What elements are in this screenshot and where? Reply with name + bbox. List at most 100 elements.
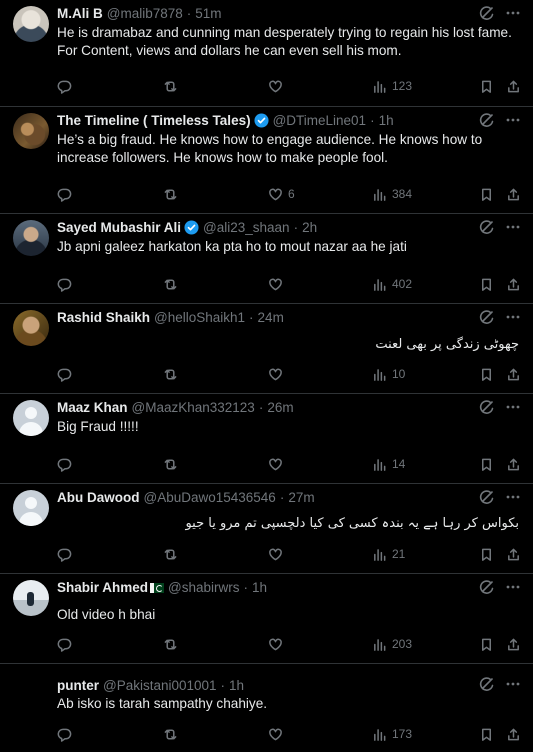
- more-icon[interactable]: [505, 112, 521, 133]
- repost-button[interactable]: [163, 185, 183, 203]
- views-button[interactable]: 14: [372, 455, 405, 473]
- grok-icon[interactable]: [479, 579, 495, 600]
- author-name[interactable]: Shabir Ahmed: [57, 580, 148, 595]
- grok-icon[interactable]: [479, 309, 495, 330]
- author-name[interactable]: Abu Dawood: [57, 490, 140, 505]
- author-name[interactable]: punter: [57, 678, 99, 693]
- share-button[interactable]: [506, 455, 521, 473]
- tweet[interactable]: punter @Pakistani001001 · 1h Ab isko is …: [0, 664, 533, 752]
- more-icon[interactable]: [505, 579, 521, 600]
- grok-icon[interactable]: [479, 489, 495, 510]
- like-button[interactable]: 6: [268, 185, 295, 203]
- reply-button[interactable]: [57, 365, 77, 383]
- author-handle[interactable]: @malib7878: [107, 6, 183, 21]
- timestamp[interactable]: 26m: [267, 400, 293, 415]
- reply-button[interactable]: [57, 545, 77, 563]
- bookmark-button[interactable]: [479, 77, 494, 95]
- views-button[interactable]: 402: [372, 275, 412, 293]
- tweet[interactable]: Maaz Khan @MaazKhan332123 · 26m Big Frau…: [0, 394, 533, 484]
- reply-button[interactable]: [57, 455, 77, 473]
- avatar[interactable]: [13, 310, 49, 346]
- author-name[interactable]: Maaz Khan: [57, 400, 128, 415]
- bookmark-button[interactable]: [479, 545, 494, 563]
- avatar[interactable]: [13, 220, 49, 256]
- share-button[interactable]: [506, 275, 521, 293]
- share-button[interactable]: [506, 635, 521, 653]
- grok-icon[interactable]: [479, 399, 495, 420]
- timestamp[interactable]: 1h: [252, 580, 267, 595]
- like-button[interactable]: [268, 365, 288, 383]
- more-icon[interactable]: [505, 489, 521, 510]
- reply-button[interactable]: [57, 725, 77, 743]
- more-icon[interactable]: [505, 219, 521, 240]
- reply-button[interactable]: [57, 275, 77, 293]
- avatar[interactable]: [13, 400, 49, 436]
- grok-icon[interactable]: [479, 5, 495, 26]
- repost-button[interactable]: [163, 725, 183, 743]
- author-handle[interactable]: @AbuDawo15436546: [144, 490, 276, 505]
- reply-button[interactable]: [57, 77, 77, 95]
- author-handle[interactable]: @DTimeLine01: [273, 113, 367, 128]
- author-name[interactable]: M.Ali B: [57, 6, 103, 21]
- author-handle[interactable]: @ali23_shaan: [203, 220, 290, 235]
- timestamp[interactable]: 1h: [229, 678, 244, 693]
- avatar[interactable]: [13, 490, 49, 526]
- views-button[interactable]: 21: [372, 545, 405, 563]
- share-button[interactable]: [506, 185, 521, 203]
- share-button[interactable]: [506, 725, 521, 743]
- author-handle[interactable]: @shabirwrs: [168, 580, 239, 595]
- bookmark-button[interactable]: [479, 635, 494, 653]
- views-button[interactable]: 10: [372, 365, 405, 383]
- grok-icon[interactable]: [479, 219, 495, 240]
- bookmark-button[interactable]: [479, 455, 494, 473]
- avatar[interactable]: [13, 113, 49, 149]
- like-button[interactable]: [268, 635, 288, 653]
- author-handle[interactable]: @Pakistani001001: [103, 678, 217, 693]
- reply-button[interactable]: [57, 185, 77, 203]
- tweet[interactable]: Rashid Shaikh @helloShaikh1 · 24m چھوٹی …: [0, 304, 533, 394]
- timestamp[interactable]: 51m: [195, 6, 221, 21]
- tweet[interactable]: The Timeline ( Timeless Tales) @DTimeLin…: [0, 107, 533, 214]
- like-button[interactable]: [268, 275, 288, 293]
- repost-button[interactable]: [163, 635, 183, 653]
- bookmark-button[interactable]: [479, 365, 494, 383]
- timestamp[interactable]: 24m: [258, 310, 284, 325]
- repost-button[interactable]: [163, 275, 183, 293]
- author-name[interactable]: The Timeline ( Timeless Tales): [57, 113, 251, 128]
- grok-icon[interactable]: [479, 112, 495, 133]
- author-handle[interactable]: @MaazKhan332123: [132, 400, 255, 415]
- avatar[interactable]: [13, 670, 49, 706]
- reply-button[interactable]: [57, 635, 77, 653]
- repost-button[interactable]: [163, 455, 183, 473]
- like-button[interactable]: [268, 725, 288, 743]
- more-icon[interactable]: [505, 309, 521, 330]
- repost-button[interactable]: [163, 77, 183, 95]
- like-button[interactable]: [268, 77, 288, 95]
- author-name[interactable]: Sayed Mubashir Ali: [57, 220, 181, 235]
- views-button[interactable]: 123: [372, 77, 412, 95]
- avatar[interactable]: [13, 6, 49, 42]
- timestamp[interactable]: 2h: [302, 220, 317, 235]
- share-button[interactable]: [506, 545, 521, 563]
- grok-icon[interactable]: [479, 676, 495, 697]
- tweet[interactable]: Sayed Mubashir Ali @ali23_shaan · 2h Jb …: [0, 214, 533, 304]
- bookmark-button[interactable]: [479, 185, 494, 203]
- like-button[interactable]: [268, 455, 288, 473]
- repost-button[interactable]: [163, 545, 183, 563]
- repost-button[interactable]: [163, 365, 183, 383]
- views-button[interactable]: 203: [372, 635, 412, 653]
- views-button[interactable]: 173: [372, 725, 412, 743]
- timestamp[interactable]: 1h: [379, 113, 394, 128]
- author-name[interactable]: Rashid Shaikh: [57, 310, 150, 325]
- more-icon[interactable]: [505, 676, 521, 697]
- like-button[interactable]: [268, 545, 288, 563]
- share-button[interactable]: [506, 365, 521, 383]
- tweet[interactable]: Abu Dawood @AbuDawo15436546 · 27m بکواس …: [0, 484, 533, 574]
- author-handle[interactable]: @helloShaikh1: [154, 310, 245, 325]
- avatar[interactable]: [13, 580, 49, 616]
- timestamp[interactable]: 27m: [288, 490, 314, 505]
- tweet[interactable]: Shabir Ahmed @shabirwrs · 1h Old video h…: [0, 574, 533, 664]
- more-icon[interactable]: [505, 399, 521, 420]
- bookmark-button[interactable]: [479, 275, 494, 293]
- views-button[interactable]: 384: [372, 185, 412, 203]
